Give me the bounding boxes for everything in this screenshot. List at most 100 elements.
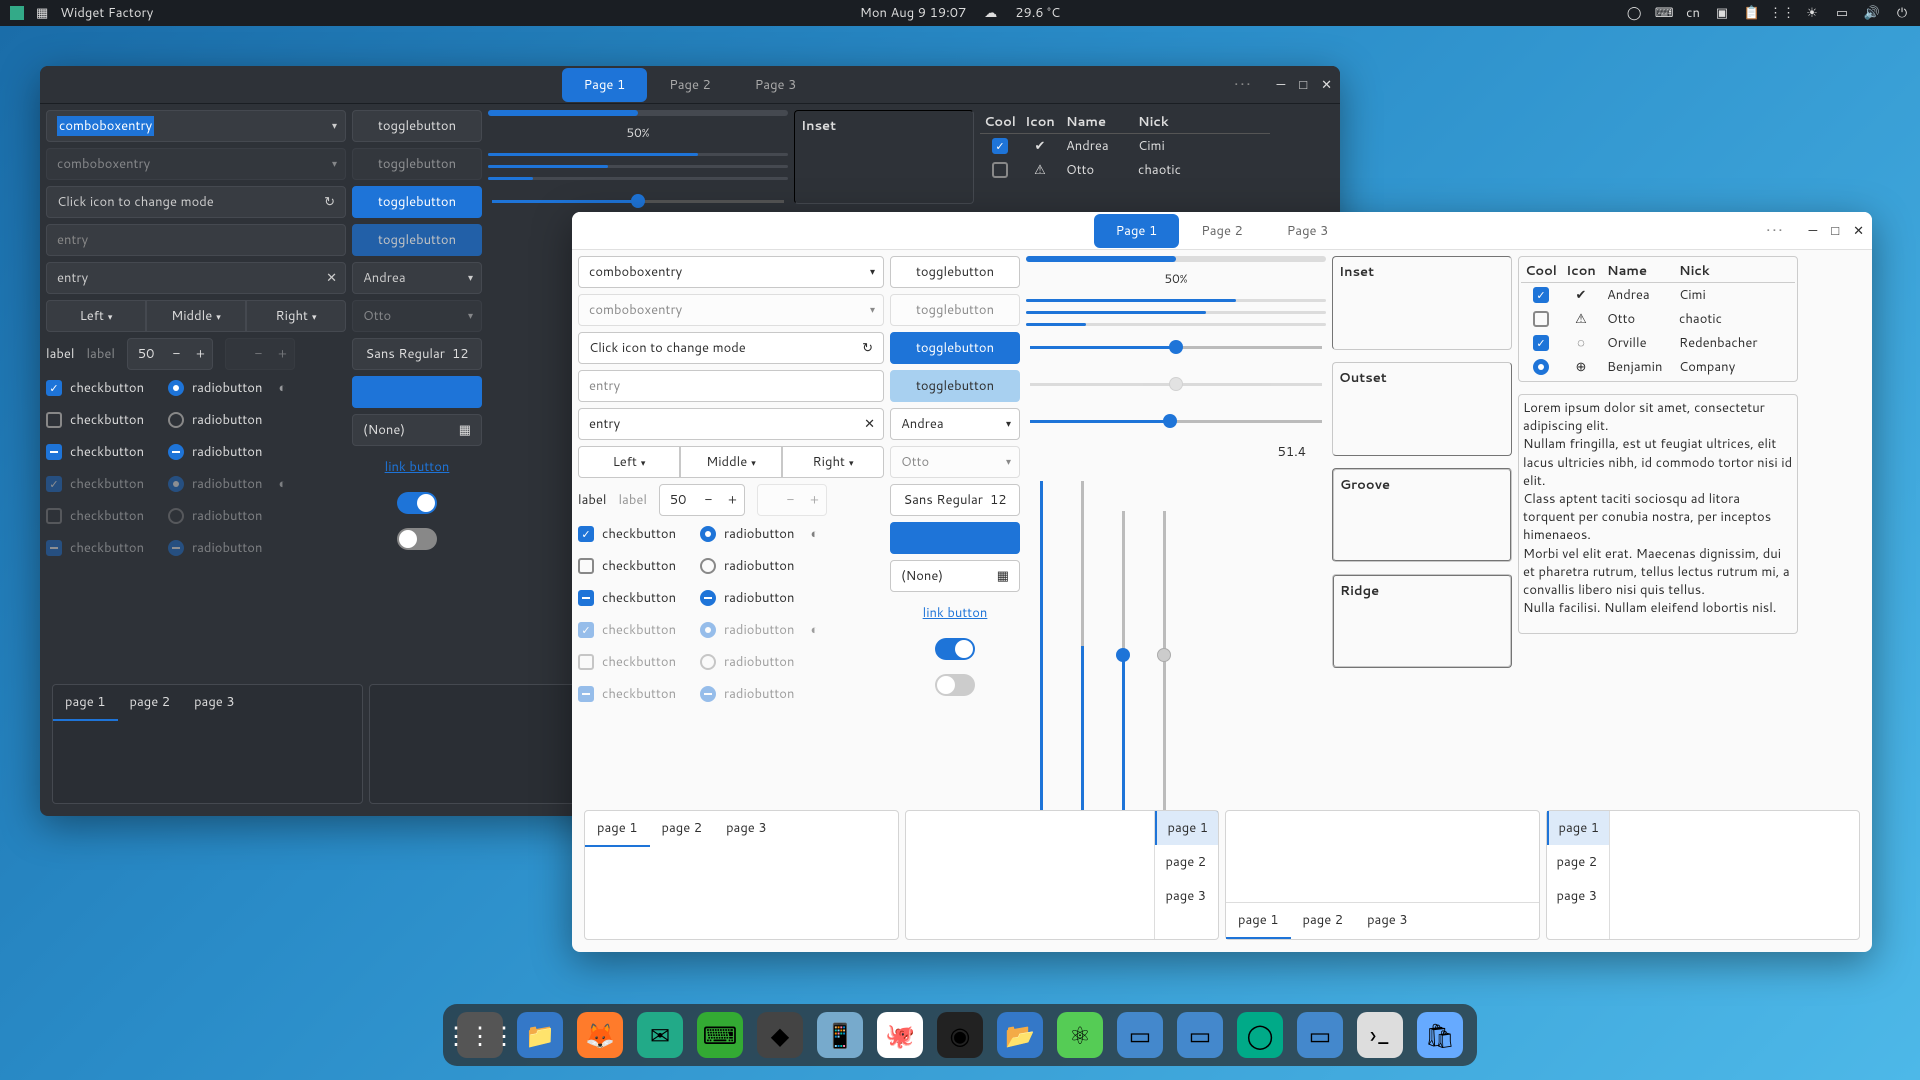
seg-right[interactable]: Right▾: [782, 446, 884, 478]
th-nick[interactable]: Nick: [1132, 113, 1204, 131]
volume-icon[interactable]: 🔊: [1864, 5, 1880, 21]
togglebutton[interactable]: togglebutton: [352, 110, 482, 142]
spinbutton[interactable]: 50−+: [127, 338, 214, 370]
tab-page1[interactable]: Page 1: [1094, 214, 1180, 248]
table-row[interactable]: ✓ ✔ Andrea Cimi: [1521, 283, 1795, 307]
bottom-ltab-3[interactable]: page 3: [1547, 879, 1610, 913]
slider-3[interactable]: [1030, 420, 1322, 423]
segmented-control[interactable]: Left▾ Middle▾ Right▾: [578, 446, 884, 478]
clear-icon[interactable]: ✕: [864, 415, 875, 433]
dock-inkscape-icon[interactable]: ◆: [757, 1012, 803, 1058]
clear-icon[interactable]: ✕: [326, 269, 337, 287]
tab-page3[interactable]: Page 3: [733, 68, 819, 102]
th-icon[interactable]: Icon: [1020, 113, 1060, 131]
os-logo-icon[interactable]: [10, 6, 24, 20]
dock-app1-icon[interactable]: ▭: [1117, 1012, 1163, 1058]
power-icon[interactable]: ⏻: [1894, 5, 1910, 21]
bottom-tab-3[interactable]: page 3: [182, 685, 247, 721]
dock-store-icon[interactable]: 🛍: [1417, 1012, 1463, 1058]
radio-unchecked[interactable]: [168, 412, 184, 428]
bottom-tab-2[interactable]: page 2: [650, 811, 715, 847]
seg-middle[interactable]: Middle▾: [680, 446, 782, 478]
row-checkbox[interactable]: [992, 162, 1008, 178]
lorem-text[interactable]: Lorem ipsum dolor sit amet, consectetur …: [1518, 394, 1798, 634]
bottom-ltab-2[interactable]: page 2: [1547, 845, 1610, 879]
keyboard-icon[interactable]: ⌨: [1656, 5, 1672, 21]
font-button[interactable]: Sans Regular 12: [890, 484, 1020, 516]
seg-right[interactable]: Right▾: [246, 300, 346, 332]
checkbox-mixed[interactable]: [46, 444, 62, 460]
switch-on[interactable]: [397, 492, 437, 514]
checkbox-checked[interactable]: ✓: [578, 526, 594, 542]
bottom-vtab-2[interactable]: page 2: [1155, 845, 1218, 879]
switch-off[interactable]: [935, 674, 975, 696]
table-row[interactable]: ✓ ✔ Andrea Cimi: [980, 134, 1270, 158]
dock-terminal-icon[interactable]: ›_: [1357, 1012, 1403, 1058]
dock-github-icon[interactable]: 🐙: [877, 1012, 923, 1058]
entry-placeholder[interactable]: entry: [46, 224, 346, 256]
date-button[interactable]: (None)▦: [352, 414, 482, 446]
tab-page1[interactable]: Page 1: [562, 68, 648, 102]
dock-phone-icon[interactable]: 📱: [817, 1012, 863, 1058]
comboboxentry-editable[interactable]: comboboxentry▾: [46, 110, 346, 142]
vslider-1[interactable]: [1040, 481, 1043, 811]
refresh-icon[interactable]: ↻: [862, 339, 873, 357]
spinbutton[interactable]: 50−+: [659, 484, 746, 516]
slider-1[interactable]: [1030, 346, 1322, 349]
entry-placeholder[interactable]: entry: [578, 370, 884, 402]
display-icon[interactable]: ▭: [1834, 5, 1850, 21]
entry-clearable[interactable]: entry✕: [578, 408, 884, 440]
tab-page2[interactable]: Page 2: [647, 68, 733, 102]
refresh-icon[interactable]: ↻: [324, 193, 335, 211]
bottom-btab-2[interactable]: page 2: [1291, 903, 1356, 939]
bottom-tab-2[interactable]: page 2: [118, 685, 183, 721]
vslider-3[interactable]: [1122, 511, 1125, 811]
tab-page2[interactable]: Page 2: [1179, 214, 1265, 248]
input-lang[interactable]: cn: [1686, 4, 1700, 22]
bottom-tab-1[interactable]: page 1: [585, 811, 650, 847]
combo-andrea[interactable]: Andrea▾: [352, 262, 482, 294]
dock-app2-icon[interactable]: ▭: [1177, 1012, 1223, 1058]
spin-minus[interactable]: −: [164, 345, 188, 363]
close-button[interactable]: ✕: [1321, 76, 1332, 94]
maximize-button[interactable]: □: [1299, 76, 1307, 94]
link-button[interactable]: link button: [890, 598, 1020, 628]
table-row[interactable]: ⚠ Otto chaotic: [1521, 307, 1795, 331]
clock[interactable]: Mon Aug 9 19:07: [860, 4, 966, 22]
row-checkbox[interactable]: ✓: [992, 138, 1008, 154]
bottom-tab-1[interactable]: page 1: [53, 685, 118, 721]
dock-folder-icon[interactable]: 📂: [997, 1012, 1043, 1058]
th-nick[interactable]: Nick: [1673, 262, 1745, 280]
close-button[interactable]: ✕: [1853, 222, 1864, 240]
dock-edge-icon[interactable]: ◯: [1237, 1012, 1283, 1058]
segmented-control[interactable]: Left▾ Middle▾ Right▾: [46, 300, 346, 332]
seg-left[interactable]: Left▾: [46, 300, 146, 332]
spin-minus[interactable]: −: [696, 491, 720, 509]
table-row[interactable]: ⊕ Benjamin Company: [1521, 355, 1795, 379]
checkbox-mixed[interactable]: [578, 590, 594, 606]
maximize-button[interactable]: □: [1831, 222, 1839, 240]
sync-icon[interactable]: ◯: [1626, 5, 1642, 21]
radio-checked[interactable]: [168, 380, 184, 396]
switch-off[interactable]: [397, 528, 437, 550]
dock-figma-icon[interactable]: ◉: [937, 1012, 983, 1058]
th-cool[interactable]: Cool: [1521, 262, 1561, 280]
grid-icon[interactable]: ⋮⋮: [1774, 5, 1790, 21]
radio-mixed[interactable]: [168, 444, 184, 460]
checkbox-unchecked[interactable]: [578, 558, 594, 574]
th-cool[interactable]: Cool: [980, 113, 1020, 131]
menu-button[interactable]: •••: [1234, 76, 1252, 94]
th-name[interactable]: Name: [1060, 113, 1132, 131]
dock-files-icon[interactable]: 📁: [517, 1012, 563, 1058]
vslider-4[interactable]: [1163, 511, 1166, 811]
table-row[interactable]: ⚠ Otto chaotic: [980, 158, 1270, 182]
menu-button[interactable]: •••: [1766, 222, 1784, 240]
tab-page3[interactable]: Page 3: [1265, 214, 1351, 248]
seg-middle[interactable]: Middle▾: [146, 300, 246, 332]
minimize-button[interactable]: —: [1276, 76, 1285, 94]
dock-firefox-icon[interactable]: 🦊: [577, 1012, 623, 1058]
link-button[interactable]: link button: [352, 452, 482, 482]
mode-entry[interactable]: Click icon to change mode↻: [578, 332, 884, 364]
dock-apps-icon[interactable]: ⋮⋮⋮: [457, 1012, 503, 1058]
radio-checked[interactable]: [700, 526, 716, 542]
